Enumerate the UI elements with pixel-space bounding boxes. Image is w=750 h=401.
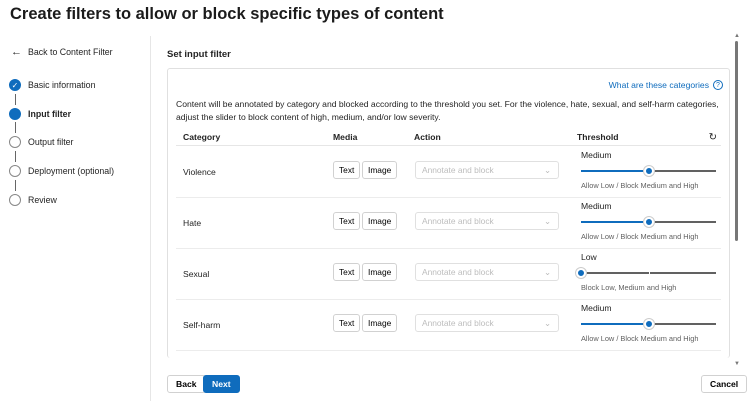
col-threshold: Threshold <box>577 132 619 142</box>
help-circle-icon: ? <box>713 80 723 90</box>
threshold-level: Medium <box>581 150 612 160</box>
step-deployment[interactable]: Deployment (optional) <box>9 165 114 177</box>
table-row: Violence Text Image Annotate and block ⌄ … <box>176 147 721 198</box>
chevron-down-icon: ⌄ <box>543 165 551 175</box>
threshold-description: Allow Low / Block Medium and High <box>581 181 699 190</box>
slider-fill <box>581 323 649 325</box>
slider-fill <box>581 170 649 172</box>
slider-thumb[interactable] <box>576 268 586 278</box>
category-name: Self-harm <box>183 320 221 330</box>
media-text-toggle[interactable]: Text <box>333 314 361 332</box>
threshold-description: Block Low, Medium and High <box>581 283 677 292</box>
empty-circle-icon <box>9 136 21 148</box>
table-header: Category Media Action Threshold ↻ <box>176 132 721 146</box>
step-connector <box>15 122 16 133</box>
chevron-down-icon: ⌄ <box>543 267 551 277</box>
empty-circle-icon <box>9 165 21 177</box>
threshold-slider[interactable] <box>581 217 716 227</box>
page-title: Create filters to allow or block specifi… <box>10 5 444 23</box>
wizard-sidebar: ← Back to Content Filter ✓ Basic informat… <box>0 36 151 401</box>
action-dropdown[interactable]: Annotate and block ⌄ <box>415 314 559 332</box>
slider-thumb[interactable] <box>643 166 654 176</box>
current-step-icon <box>9 108 21 120</box>
step-review[interactable]: Review <box>9 194 57 206</box>
scrollbar-thumb[interactable] <box>735 41 738 241</box>
action-dropdown[interactable]: Annotate and block ⌄ <box>415 212 559 230</box>
media-image-toggle[interactable]: Image <box>362 161 398 179</box>
slider-tick <box>648 272 650 274</box>
threshold-slider[interactable] <box>576 268 716 278</box>
action-dropdown[interactable]: Annotate and block ⌄ <box>415 263 559 281</box>
step-connector <box>15 180 16 191</box>
check-circle-icon: ✓ <box>9 79 21 91</box>
step-output-filter[interactable]: Output filter <box>9 136 73 148</box>
category-name: Sexual <box>183 269 210 279</box>
media-image-toggle[interactable]: Image <box>362 263 398 281</box>
slider-fill <box>581 221 649 223</box>
step-basic-information[interactable]: ✓ Basic information <box>9 79 95 91</box>
next-button[interactable]: Next <box>203 375 240 393</box>
threshold-description: Allow Low / Block Medium and High <box>581 334 699 343</box>
categories-help-link[interactable]: What are these categories? <box>609 80 723 90</box>
threshold-level: Medium <box>581 303 612 313</box>
arrow-left-icon: ← <box>11 46 22 58</box>
reset-icon[interactable]: ↻ <box>709 132 717 143</box>
table-row: Hate Text Image Annotate and block ⌄ Medi… <box>176 198 721 249</box>
step-connector <box>15 151 16 162</box>
media-image-toggle[interactable]: Image <box>362 212 398 230</box>
threshold-slider[interactable] <box>581 319 716 329</box>
col-action: Action <box>414 132 441 142</box>
action-dropdown[interactable]: Annotate and block ⌄ <box>415 161 559 179</box>
media-text-toggle[interactable]: Text <box>333 161 361 179</box>
slider-thumb[interactable] <box>643 319 654 329</box>
empty-circle-icon <box>9 194 21 206</box>
category-name: Violence <box>183 167 216 177</box>
col-category: Category <box>183 132 221 142</box>
step-connector <box>15 94 16 105</box>
threshold-level: Medium <box>581 201 612 211</box>
back-to-content-filter-link[interactable]: ← Back to Content Filter <box>11 46 113 58</box>
table-row: Self-harm Text Image Annotate and block ⌄… <box>176 300 721 351</box>
chevron-down-icon: ⌄ <box>543 216 551 226</box>
media-text-toggle[interactable]: Text <box>333 263 361 281</box>
description: Content will be annotated by category an… <box>176 99 719 122</box>
back-button[interactable]: Back <box>167 375 206 393</box>
category-name: Hate <box>183 218 202 228</box>
threshold-slider[interactable] <box>581 166 716 176</box>
media-image-toggle[interactable]: Image <box>362 314 398 332</box>
chevron-down-icon: ⌄ <box>543 318 551 328</box>
media-text-toggle[interactable]: Text <box>333 212 361 230</box>
threshold-level: Low <box>581 252 597 262</box>
filter-card: What are these categories? Content will … <box>167 68 730 358</box>
cancel-button[interactable]: Cancel <box>701 375 748 393</box>
section-heading: Set input filter <box>167 49 231 60</box>
step-input-filter[interactable]: Input filter <box>9 108 71 120</box>
col-media: Media <box>333 132 358 142</box>
table-row: Sexual Text Image Annotate and block ⌄ Lo… <box>176 249 721 300</box>
threshold-description: Allow Low / Block Medium and High <box>581 232 699 241</box>
slider-thumb[interactable] <box>643 217 654 227</box>
